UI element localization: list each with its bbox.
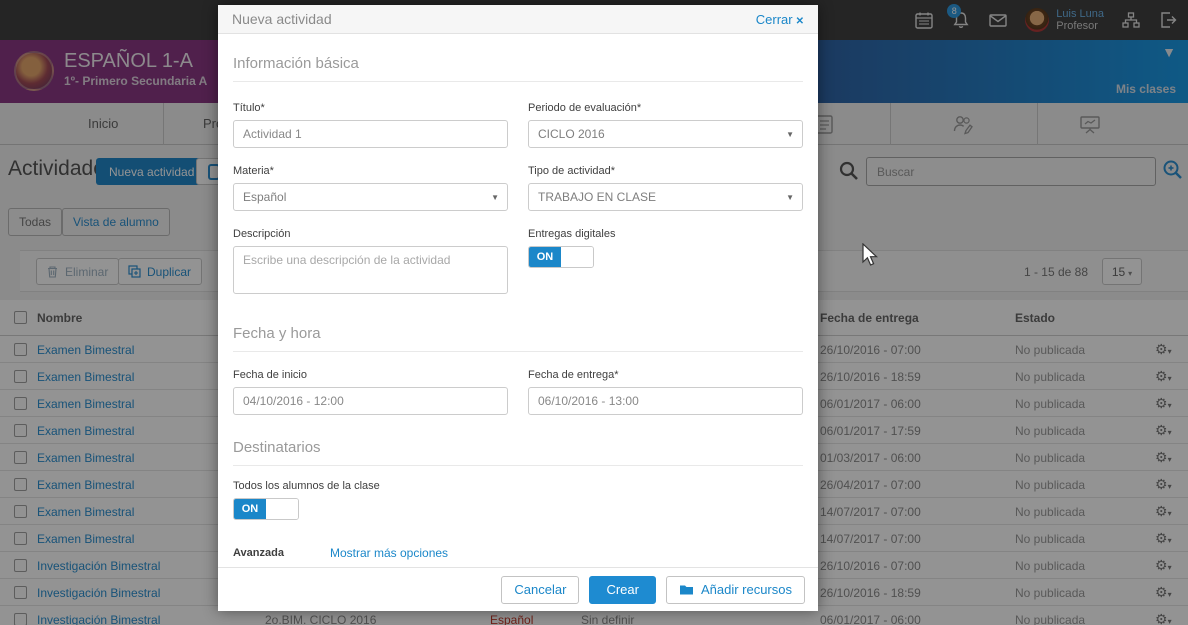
modal-footer: Cancelar Crear Añadir recursos <box>218 567 818 611</box>
section-informacion-basica: Información básica <box>233 55 803 82</box>
section-destinatarios: Destinatarios <box>233 439 803 466</box>
entregas-digitales-label: Entregas digitales <box>528 228 803 240</box>
cancelar-button[interactable]: Cancelar <box>501 576 579 604</box>
folder-icon <box>679 583 694 596</box>
descripcion-textarea[interactable] <box>233 246 508 294</box>
fecha-entrega-label: Fecha de entrega* <box>528 369 803 381</box>
mostrar-mas-opciones-link[interactable]: Mostrar más opciones <box>330 546 448 560</box>
materia-select[interactable]: Español▼ <box>233 183 508 211</box>
tipo-actividad-label: Tipo de actividad* <box>528 165 803 177</box>
titulo-label: Título* <box>233 102 508 114</box>
section-fecha-y-hora: Fecha y hora <box>233 325 803 352</box>
titulo-input[interactable] <box>233 120 508 148</box>
todos-alumnos-label: Todos los alumnos de la clase <box>233 480 803 492</box>
entregas-digitales-toggle[interactable]: ON <box>528 246 594 268</box>
tipo-actividad-select[interactable]: TRABAJO EN CLASE▼ <box>528 183 803 211</box>
anadir-recursos-button[interactable]: Añadir recursos <box>666 576 805 604</box>
chevron-down-icon: ▼ <box>491 193 499 202</box>
close-icon: ✕ <box>796 16 804 27</box>
new-activity-modal: Nueva actividad Cerrar✕ Información bási… <box>218 5 818 611</box>
chevron-down-icon: ▼ <box>786 130 794 139</box>
todos-alumnos-toggle[interactable]: ON <box>233 498 299 520</box>
descripcion-label: Descripción <box>233 228 508 240</box>
materia-label: Materia* <box>233 165 508 177</box>
avanzada-label: Avanzada <box>233 547 330 559</box>
modal-header: Nueva actividad Cerrar✕ <box>218 5 818 34</box>
fecha-entrega-input[interactable] <box>528 387 803 415</box>
close-button[interactable]: Cerrar✕ <box>756 12 804 27</box>
modal-title: Nueva actividad <box>232 11 332 27</box>
fecha-inicio-label: Fecha de inicio <box>233 369 508 381</box>
periodo-select[interactable]: CICLO 2016▼ <box>528 120 803 148</box>
fecha-inicio-input[interactable] <box>233 387 508 415</box>
periodo-label: Periodo de evaluación* <box>528 102 803 114</box>
crear-button[interactable]: Crear <box>589 576 656 604</box>
chevron-down-icon: ▼ <box>786 193 794 202</box>
